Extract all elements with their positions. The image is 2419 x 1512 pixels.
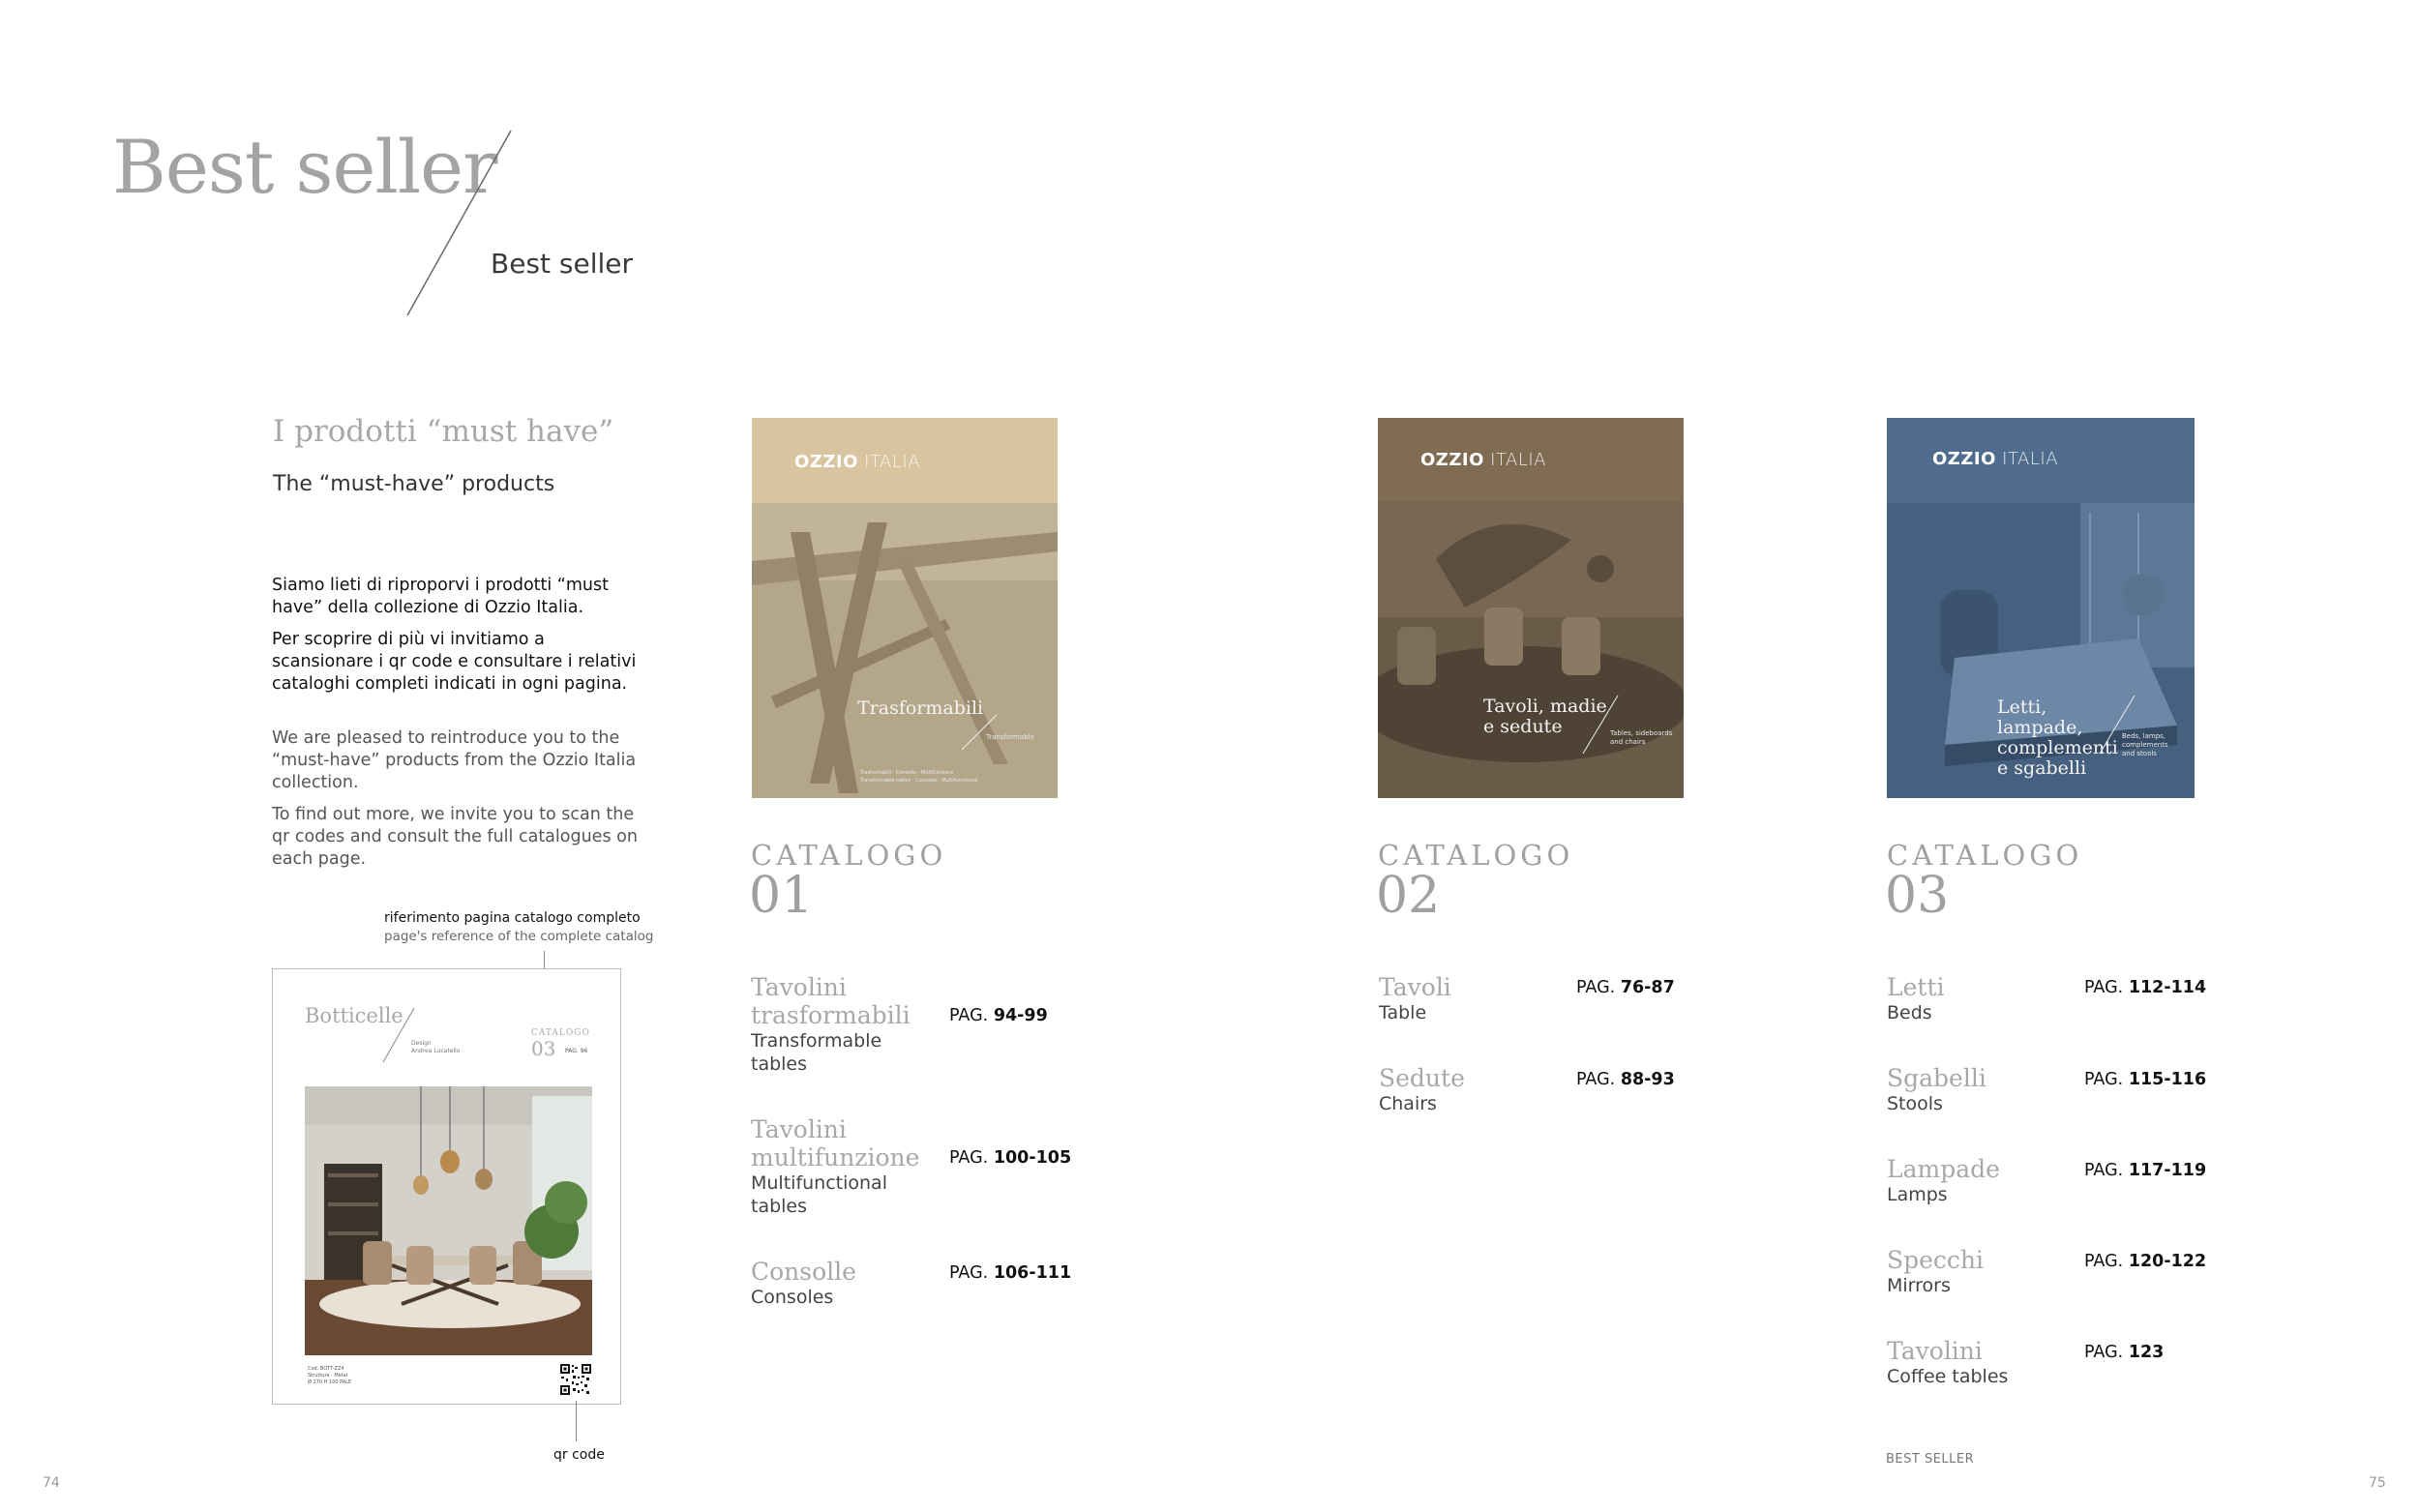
qr-code-icon — [559, 1363, 592, 1396]
catalog-02-number: 02 — [1376, 867, 1441, 925]
catalog-01-item-2-name-it: Tavolini multifunzione — [751, 1115, 920, 1171]
catalog-02-cover[interactable]: OZZIO ITALIA Tavoli, madie e sedute Tabl… — [1378, 418, 1684, 798]
catalog-01-cover[interactable]: OZZIO ITALIA Trasformabili Transformable… — [752, 418, 1058, 798]
sample-footer-line-1: Cod. BOTT-ZZ4 — [308, 1366, 344, 1372]
footer-section-label: BEST SELLER — [1886, 1452, 1975, 1467]
catalog-02-item-2-pages: PAG. 88-93 — [1576, 1070, 1675, 1089]
intro-paragraph-en-2: To find out more, we invite you to scan … — [272, 805, 638, 869]
catalog-03-item-2-pages: PAG. 115-116 — [2084, 1070, 2207, 1089]
catalog-01-brand-logo: OZZIO ITALIA — [794, 452, 921, 472]
catalog-01-item-1[interactable]: Tavolini trasformabili Transformable tab… — [751, 973, 925, 1076]
catalog-03-item-2-name-it: Sgabelli — [1887, 1064, 1986, 1092]
catalog-03-item-5-name-en: Coffee tables — [1887, 1366, 2009, 1387]
catalog-03-item-1-pages: PAG. 112-114 — [2084, 978, 2207, 997]
catalog-03-item-5[interactable]: Tavolini Coffee tables — [1887, 1337, 2080, 1388]
catalog-02-item-1-pages: PAG. 76-87 — [1576, 978, 1675, 997]
catalog-03-item-1-name-en: Beds — [1887, 1002, 1932, 1023]
catalog-02-item-2[interactable]: Sedute Chairs — [1379, 1064, 1553, 1115]
page-number-right: 75 — [2369, 1475, 2386, 1491]
intro-paragraph-it: Siamo lieti di riproporvi i prodotti “mu… — [272, 575, 649, 696]
intro-heading-it: I prodotti “must have” — [273, 414, 614, 449]
catalog-03-item-3-name-en: Lamps — [1887, 1184, 1948, 1205]
catalog-01-cover-image — [752, 503, 1058, 798]
sample-room-photo — [305, 1086, 592, 1355]
catalog-03-item-4-name-it: Specchi — [1887, 1246, 1985, 1274]
catalog-02-brand-logo: OZZIO ITALIA — [1420, 450, 1547, 470]
sample-slash-divider — [382, 1007, 415, 1063]
catalog-03-brand-logo: OZZIO ITALIA — [1932, 449, 2059, 469]
catalog-03-item-4[interactable]: Specchi Mirrors — [1887, 1246, 2080, 1297]
catalog-01-cover-subtitle: Transformable — [986, 733, 1034, 741]
intro-paragraph-en-1: We are pleased to reintroduce you to the… — [272, 728, 637, 792]
catalog-03-item-1-name-it: Letti — [1887, 973, 1945, 1001]
catalog-01-item-3[interactable]: Consolle Consoles — [751, 1258, 925, 1309]
catalog-02-item-1-name-it: Tavoli — [1379, 973, 1451, 1001]
catalog-03-item-3-pages: PAG. 117-119 — [2084, 1161, 2207, 1180]
page-number-left: 74 — [43, 1475, 60, 1491]
catalog-03-item-4-pages: PAG. 120-122 — [2084, 1252, 2207, 1271]
qr-code-label: qr code — [553, 1447, 605, 1463]
intro-paragraph-it-1: Siamo lieti di riproporvi i prodotti “mu… — [272, 576, 609, 617]
catalog-03-cover-subtitle: Beds, lamps, complements and stools — [2122, 732, 2168, 757]
catalog-01-cover-range-it: Trasformabili · Consolle · Multifunzione — [860, 770, 954, 776]
catalog-01-item-2[interactable]: Tavolini multifunzione Multifunctional t… — [751, 1115, 925, 1218]
catalog-02-cover-image — [1378, 501, 1684, 798]
catalog-01-number: 01 — [749, 867, 814, 925]
page-subtitle: Best seller — [491, 248, 634, 280]
catalog-01-item-3-pages: PAG. 106-111 — [949, 1263, 1072, 1283]
sample-catalog-page: Botticelle Design Andrea Lucatello CATAL… — [272, 968, 621, 1405]
page-reference-label-en: page's reference of the complete catalog — [384, 929, 654, 944]
qr-code-pointer — [576, 1401, 577, 1441]
catalog-01-item-2-name-en: Multifunctional tables — [751, 1172, 887, 1217]
sample-footer-details: Cod. BOTT-ZZ4 Struttura · Metal Ø 170 H … — [308, 1366, 351, 1386]
catalog-01-item-1-name-it: Tavolini trasformabili — [751, 973, 911, 1029]
catalog-01-item-3-name-it: Consolle — [751, 1258, 856, 1286]
catalog-01-item-1-name-en: Transformable tables — [751, 1030, 882, 1075]
sample-footer-line-3: Ø 170 H 100 PALE — [308, 1379, 352, 1385]
sample-designer: Andrea Lucatello — [411, 1048, 461, 1054]
intro-heading-en: The “must-have” products — [273, 472, 555, 496]
page-reference-label-it: riferimento pagina catalogo completo — [384, 910, 641, 926]
catalog-01-item-3-name-en: Consoles — [751, 1287, 834, 1308]
catalog-03-item-5-name-it: Tavolini — [1887, 1337, 1983, 1365]
sample-footer-line-2: Struttura · Metal — [308, 1373, 348, 1379]
catalog-03-cover[interactable]: OZZIO ITALIA Letti, lampade, complementi… — [1887, 418, 2195, 798]
catalog-01-cover-range-en: Transformable tables · Consoles · Multif… — [860, 778, 978, 784]
catalog-02-item-1-name-en: Table — [1379, 1002, 1427, 1023]
catalog-02-item-2-name-it: Sedute — [1379, 1064, 1465, 1092]
catalog-01-item-1-pages: PAG. 94-99 — [949, 1006, 1048, 1025]
sample-catalog-number: 03 — [531, 1037, 556, 1060]
catalog-03-item-2[interactable]: Sgabelli Stools — [1887, 1064, 2080, 1115]
catalog-02-item-1[interactable]: Tavoli Table — [1379, 973, 1553, 1024]
catalog-03-number: 03 — [1885, 867, 1950, 925]
catalog-03-item-2-name-en: Stools — [1887, 1093, 1943, 1114]
sample-design-label: Design — [411, 1040, 432, 1047]
sample-catalog-pag: PAG. 96 — [565, 1048, 588, 1054]
catalog-02-item-2-name-en: Chairs — [1379, 1093, 1437, 1114]
intro-paragraph-it-2: Per scoprire di più vi invitiamo a scans… — [272, 630, 637, 694]
title-slash-divider — [406, 130, 512, 316]
catalog-03-item-3-name-it: Lampade — [1887, 1155, 2000, 1183]
catalog-01-item-2-pages: PAG. 100-105 — [949, 1148, 1072, 1168]
catalog-03-item-3[interactable]: Lampade Lamps — [1887, 1155, 2080, 1206]
intro-paragraph-en: We are pleased to reintroduce you to the… — [272, 727, 649, 871]
catalog-03-item-5-pages: PAG. 123 — [2084, 1343, 2165, 1362]
catalog-01-cover-slash — [961, 714, 998, 751]
catalog-03-item-4-name-en: Mirrors — [1887, 1275, 1951, 1296]
catalog-03-item-1[interactable]: Letti Beds — [1887, 973, 2080, 1024]
catalog-02-cover-subtitle: Tables, sideboards and chairs — [1610, 729, 1673, 746]
